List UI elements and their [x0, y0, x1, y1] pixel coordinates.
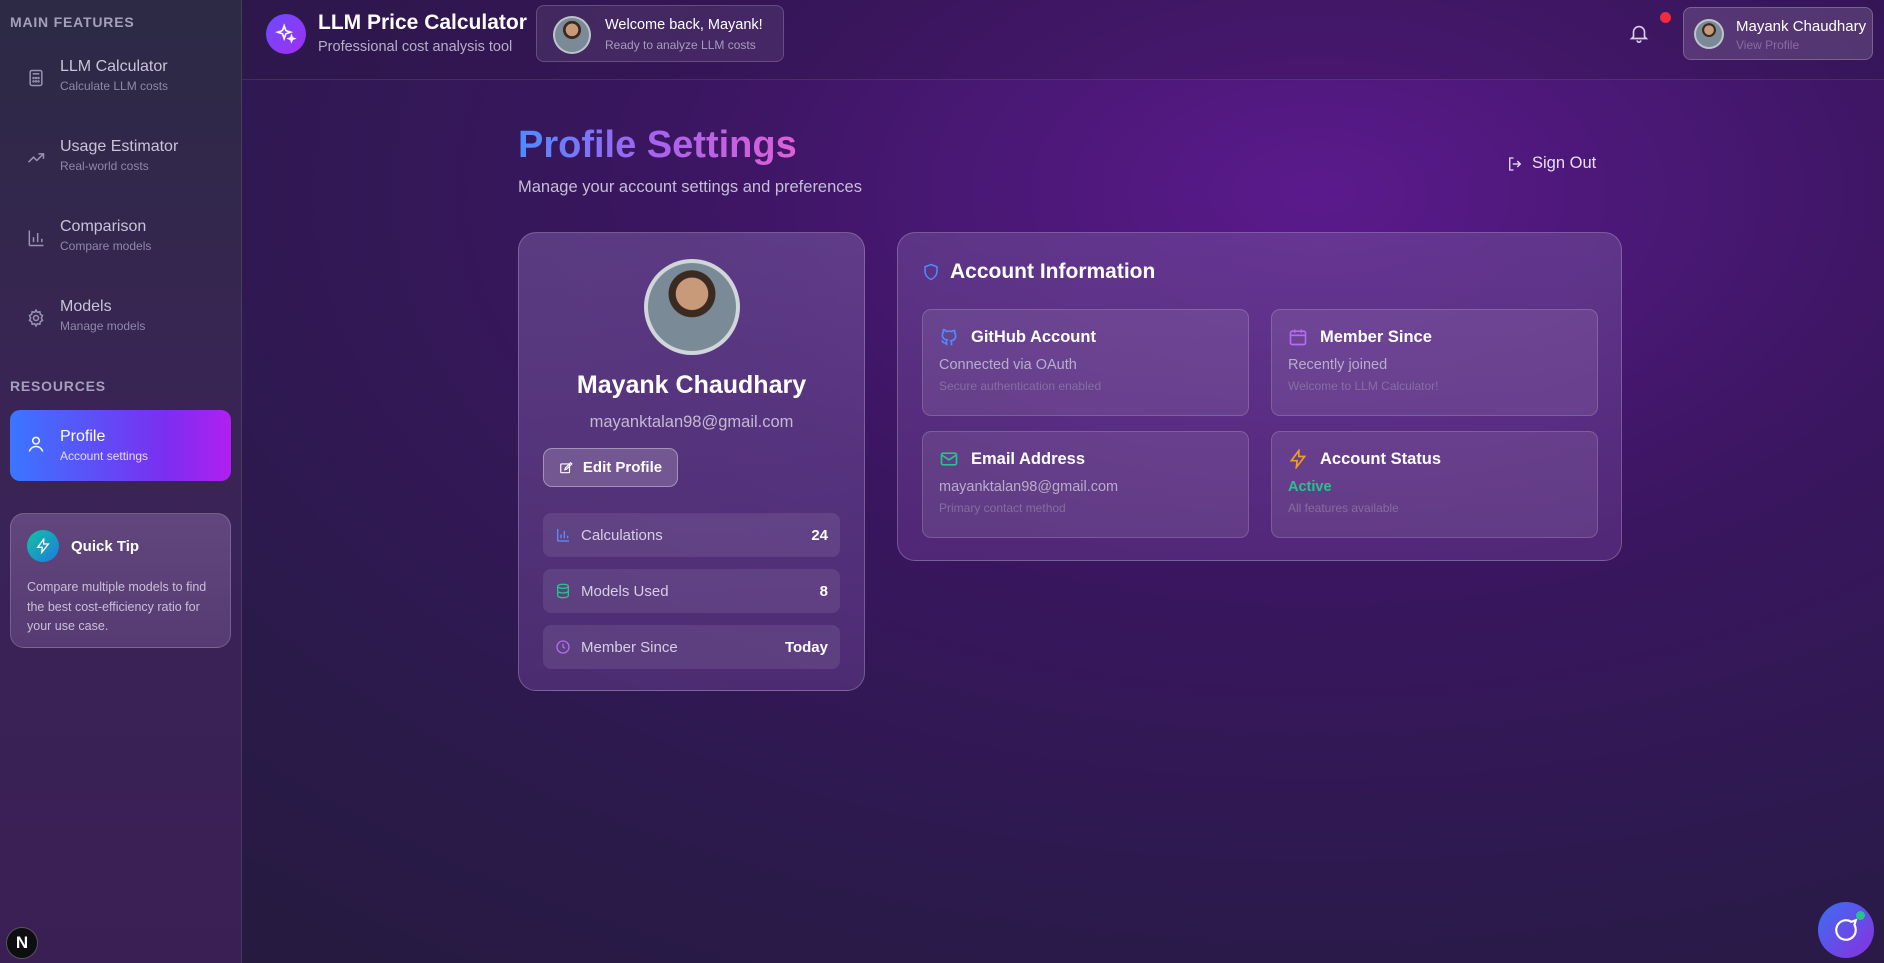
- dev-badge[interactable]: N: [6, 927, 38, 959]
- box-title: GitHub Account: [971, 327, 1096, 346]
- box-subtext: Welcome to LLM Calculator!: [1288, 379, 1439, 393]
- edit-icon: [560, 461, 573, 473]
- status-badge: Active: [1288, 479, 1332, 495]
- app-title: LLM Price Calculator: [318, 11, 527, 34]
- sidebar-item-sub: Compare models: [60, 239, 152, 253]
- lightning-icon: [27, 530, 59, 562]
- log-out-icon: [1509, 156, 1522, 171]
- app-subtitle: Professional cost analysis tool: [318, 39, 513, 55]
- sidebar-item-sub: Calculate LLM costs: [60, 79, 169, 93]
- database-icon: [557, 583, 569, 599]
- sparkles-icon[interactable]: [266, 14, 306, 54]
- sidebar-item-label: LLM Calculator: [60, 58, 168, 75]
- box-subtext: Secure authentication enabled: [939, 379, 1102, 393]
- sign-out-button[interactable]: Sign Out: [1506, 154, 1596, 173]
- sign-out-label: Sign Out: [1532, 154, 1597, 172]
- member-since-box: Member Since Recently joined Welcome to …: [1271, 309, 1598, 416]
- stat-row-models-used: Models Used 8: [543, 569, 840, 613]
- sidebar-item-llm-calculator[interactable]: LLM Calculator Calculate LLM costs: [10, 52, 231, 132]
- trending-up-icon: [26, 148, 46, 168]
- page-subtitle: Manage your account settings and prefere…: [518, 178, 862, 196]
- sidebar-item-sub: Manage models: [60, 319, 146, 333]
- shield-icon: [924, 263, 938, 281]
- sidebar-item-usage-estimator[interactable]: Usage Estimator Real-world costs: [10, 132, 231, 212]
- calendar-icon: [1289, 329, 1307, 346]
- sidebar-item-comparison[interactable]: Comparison Compare models: [10, 212, 231, 292]
- online-indicator: [1856, 911, 1865, 920]
- account-information-title: Account Information: [950, 260, 1156, 283]
- lightning-icon: [1289, 449, 1307, 469]
- welcome-card: Welcome back, Mayank! Ready to analyze L…: [536, 5, 784, 62]
- box-value: Connected via OAuth: [939, 357, 1077, 373]
- profile-email: mayanktalan98@gmail.com: [589, 413, 794, 431]
- avatar: [553, 16, 591, 54]
- mail-icon: [940, 452, 958, 466]
- email-address-box: Email Address mayanktalan98@gmail.com Pr…: [922, 431, 1249, 538]
- gear-icon: [26, 308, 46, 328]
- welcome-subtitle: Ready to analyze LLM costs: [605, 38, 756, 52]
- box-title: Account Status: [1320, 449, 1442, 468]
- box-title: Email Address: [971, 449, 1086, 468]
- bar-chart-icon: [26, 228, 46, 248]
- sidebar-item-models[interactable]: Models Manage models: [10, 292, 231, 372]
- welcome-title: Welcome back, Mayank!: [605, 17, 763, 33]
- sidebar-item-label: Profile: [60, 428, 106, 445]
- profile-avatar: [644, 259, 740, 355]
- stat-label: Models Used: [581, 582, 669, 600]
- box-subtext: All features available: [1288, 501, 1399, 515]
- quick-tip-text: Compare multiple models to find the best…: [27, 580, 207, 633]
- clock-icon: [556, 640, 570, 654]
- sidebar-item-label: Models: [60, 298, 112, 315]
- profile-name: Mayank Chaudhary: [576, 371, 807, 399]
- box-subtext: Primary contact method: [939, 501, 1066, 515]
- chat-icon: [1835, 918, 1858, 941]
- github-icon: [941, 328, 957, 346]
- notification-dot: [1660, 12, 1671, 23]
- view-profile-link[interactable]: View Profile: [1736, 38, 1799, 52]
- stat-label: Calculations: [581, 526, 663, 544]
- stat-label: Member Since: [581, 638, 678, 656]
- box-value: mayanktalan98@gmail.com: [939, 479, 1119, 495]
- sidebar-item-sub: Real-world costs: [60, 159, 149, 173]
- calculator-icon: [26, 68, 46, 88]
- box-value: Recently joined: [1288, 357, 1388, 373]
- stat-row-calculations: Calculations 24: [543, 513, 840, 557]
- stat-value: 8: [819, 582, 828, 600]
- quick-tip-card: Quick Tip Compare multiple models to fin…: [10, 513, 231, 648]
- profile-card: Mayank Chaudhary mayanktalan98@gmail.com…: [518, 232, 865, 691]
- sidebar-item-profile[interactable]: Profile Account settings: [10, 410, 231, 481]
- stat-value: 24: [811, 526, 828, 544]
- section-title-resources: RESOURCES: [10, 378, 106, 394]
- sidebar-item-sub: Account settings: [60, 449, 149, 463]
- github-account-box: GitHub Account Connected via OAuth Secur…: [922, 309, 1249, 416]
- bell-icon[interactable]: [1628, 22, 1650, 44]
- sidebar-item-label: Usage Estimator: [60, 138, 179, 155]
- account-status-box: Account Status Active All features avail…: [1271, 431, 1598, 538]
- user-menu-button[interactable]: Mayank Chaudhary View Profile: [1683, 7, 1873, 60]
- section-title-main: MAIN FEATURES: [10, 14, 135, 30]
- user-icon: [26, 434, 46, 454]
- user-name: Mayank Chaudhary: [1736, 18, 1867, 35]
- account-information-card: Account Information GitHub Account Conne…: [897, 232, 1622, 561]
- quick-tip-title: Quick Tip: [71, 537, 140, 555]
- top-header: LLM Price Calculator Professional cost a…: [242, 0, 1884, 80]
- edit-profile-button[interactable]: Edit Profile: [543, 448, 678, 487]
- sidebar-item-label: Comparison: [60, 218, 147, 235]
- stat-row-member-since: Member Since Today: [543, 625, 840, 669]
- stat-value: Today: [784, 638, 828, 656]
- chat-button[interactable]: [1818, 902, 1874, 958]
- sidebar: MAIN FEATURES LLM Calculator Calculate L…: [0, 0, 242, 963]
- box-title: Member Since: [1320, 327, 1432, 346]
- page-title: Profile Settings: [518, 124, 797, 166]
- edit-profile-label: Edit Profile: [582, 459, 663, 476]
- avatar: [1694, 19, 1724, 49]
- bar-chart-icon: [557, 529, 569, 542]
